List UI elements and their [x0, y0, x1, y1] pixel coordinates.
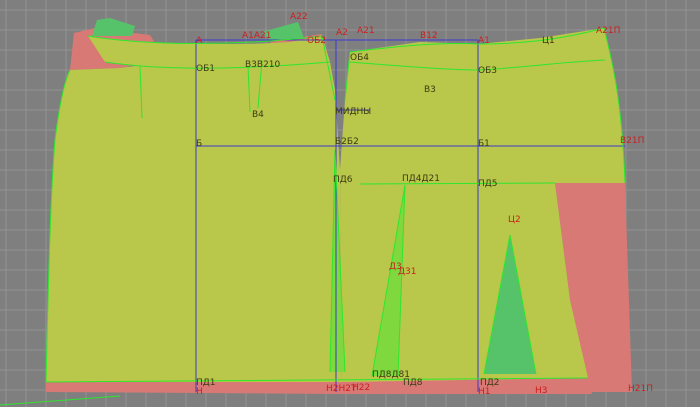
label-b3: В3	[424, 85, 436, 95]
label-b: Б	[196, 139, 202, 149]
label-ob4: ОБ4	[350, 53, 369, 63]
label-ob3: ОБ3	[478, 66, 497, 76]
label-a22: А22	[290, 12, 308, 22]
label-pd4d21: ПД4Д21	[402, 174, 440, 184]
back-panel	[46, 50, 342, 382]
label-n3: Н3	[535, 386, 548, 396]
label-b4: В4	[252, 110, 264, 120]
label-a2: А2	[336, 28, 348, 38]
label-pd5: ПД5	[478, 179, 498, 189]
label-mid-hip: МИДНЫ	[335, 107, 371, 117]
label-b2b22: Б2Б2	[335, 137, 359, 147]
pattern-canvas[interactable]: А22 А2 А21 В12 А1 А21П А А1А21 ОБ2 Ц1 ОБ…	[0, 0, 700, 407]
label-n: Н	[196, 387, 203, 397]
label-a21-top: А21	[357, 26, 375, 36]
overlap-hem	[46, 382, 340, 394]
label-c1: Ц1	[542, 36, 555, 46]
label-b3b210: В3В210	[245, 60, 281, 70]
label-c2: Ц2	[508, 215, 521, 225]
label-pd6: ПД6	[333, 175, 353, 185]
label-b12: В12	[420, 31, 438, 41]
label-ob2: ОБ2	[307, 36, 326, 46]
label-a21p: А21П	[596, 26, 620, 36]
label-ob1: ОБ1	[196, 64, 215, 74]
label-pd8: ПД8	[403, 378, 423, 388]
label-a1-top: А1	[478, 36, 490, 46]
label-a: А	[196, 36, 203, 46]
skirt-pattern-drawing[interactable]: А22 А2 А21 В12 А1 А21П А А1А21 ОБ2 Ц1 ОБ…	[0, 0, 700, 407]
label-b21p: В21П	[620, 136, 644, 146]
label-n21p: Н21П	[628, 384, 653, 394]
label-b1: Б1	[478, 139, 490, 149]
label-d31: Д31	[398, 267, 416, 277]
label-n1: Н1	[478, 387, 491, 397]
label-n22: Н22	[352, 383, 370, 393]
label-a1a21: А1А21	[242, 31, 272, 41]
